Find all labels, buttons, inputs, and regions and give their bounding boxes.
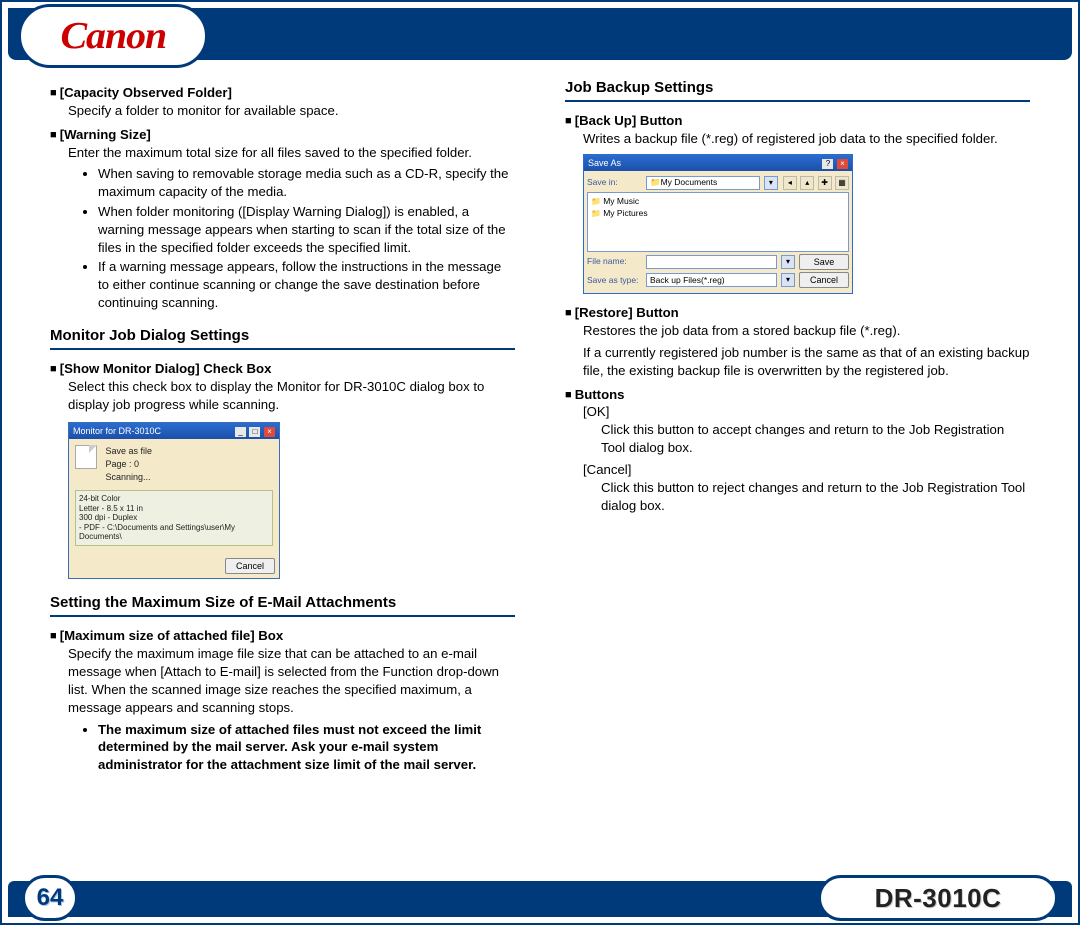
text-warning-size: Enter the maximum total size for all fil… xyxy=(68,144,515,162)
toolbar-icons: ◂ ▴ ✚ ▦ xyxy=(782,176,849,190)
saveas-dialog-screenshot: Save As ? × Save in: 📁 My Documents ▾ ◂ … xyxy=(583,154,853,294)
text-restore-1: Restores the job data from a stored back… xyxy=(583,322,1030,340)
text-restore-2: If a currently registered job number is … xyxy=(583,344,1030,380)
saveas-title: Save As xyxy=(588,157,621,169)
canon-logo: Canon xyxy=(60,14,166,58)
model-label: DR-3010C xyxy=(875,883,1002,914)
cancel-label: [Cancel] xyxy=(583,461,1030,479)
section-monitor-job: Monitor Job Dialog Settings xyxy=(50,326,515,350)
page-number: 64 xyxy=(37,884,64,912)
detail-line: 300 dpi - Duplex xyxy=(79,513,269,523)
monitor-line: Scanning... xyxy=(106,471,153,483)
cancel-desc: Click this button to reject changes and … xyxy=(601,479,1030,515)
folder-item: My Music xyxy=(591,196,845,208)
back-icon: ◂ xyxy=(783,176,797,190)
heading-warning-size: [Warning Size] xyxy=(50,126,515,144)
maximize-icon: □ xyxy=(249,427,260,437)
monitor-dialog-screenshot: Monitor for DR-3010C _ □ × Save as file … xyxy=(68,422,280,580)
saveastype-dropdown: Back up Files(*.reg) xyxy=(646,273,777,287)
cancel-button: Cancel xyxy=(799,272,849,288)
savein-value: My Documents xyxy=(661,177,718,188)
detail-line: - PDF - C:\Documents and Settings\user\M… xyxy=(79,523,269,542)
chevron-down-icon: ▾ xyxy=(781,273,795,287)
heading-restore-btn: [Restore] Button xyxy=(565,304,1030,322)
right-column: Job Backup Settings [Back Up] Button Wri… xyxy=(565,78,1030,855)
chevron-down-icon: ▾ xyxy=(781,255,795,269)
close-icon: × xyxy=(837,159,848,169)
minimize-icon: _ xyxy=(235,427,246,437)
text-capacity-folder: Specify a folder to monitor for availabl… xyxy=(68,102,515,120)
savein-dropdown: 📁 My Documents xyxy=(646,176,760,190)
help-icon: ? xyxy=(822,159,833,169)
max-attach-note-list: The maximum size of attached files must … xyxy=(98,721,515,774)
section-email-attach: Setting the Maximum Size of E-Mail Attac… xyxy=(50,593,515,617)
filename-label: File name: xyxy=(587,256,642,267)
text-max-attach: Specify the maximum image file size that… xyxy=(68,645,515,716)
content-area: [Capacity Observed Folder] Specify a fol… xyxy=(50,78,1030,855)
detail-line: 24-bit Color xyxy=(79,494,269,504)
cancel-button: Cancel xyxy=(225,558,275,574)
bullet-item: When folder monitoring ([Display Warning… xyxy=(98,203,515,256)
views-icon: ▦ xyxy=(835,176,849,190)
monitor-line: Save as file xyxy=(106,445,153,457)
warning-size-bullets: When saving to removable storage media s… xyxy=(98,165,515,312)
window-buttons: _ □ × xyxy=(234,425,275,437)
heading-buttons: Buttons xyxy=(565,386,1030,404)
text-show-monitor: Select this check box to display the Mon… xyxy=(68,378,515,414)
up-icon: ▴ xyxy=(800,176,814,190)
filename-input xyxy=(646,255,777,269)
model-container: DR-3010C xyxy=(818,875,1058,921)
window-buttons: ? × xyxy=(821,157,848,169)
saveas-titlebar: Save As ? × xyxy=(584,155,852,171)
heading-backup-btn: [Back Up] Button xyxy=(565,112,1030,130)
heading-capacity-folder: [Capacity Observed Folder] xyxy=(50,84,515,102)
newfolder-icon: ✚ xyxy=(818,176,832,190)
monitor-line: Page : 0 xyxy=(106,458,153,470)
section-job-backup: Job Backup Settings xyxy=(565,78,1030,102)
savein-label: Save in: xyxy=(587,177,642,188)
left-column: [Capacity Observed Folder] Specify a fol… xyxy=(50,78,515,855)
folder-item: My Pictures xyxy=(591,208,845,220)
detail-line: Letter - 8.5 x 11 in xyxy=(79,504,269,514)
monitor-dialog-titlebar: Monitor for DR-3010C _ □ × xyxy=(69,423,279,439)
ok-label: [OK] xyxy=(583,403,1030,421)
file-list-area: My Music My Pictures xyxy=(587,192,849,252)
bullet-item-bold: The maximum size of attached files must … xyxy=(98,721,515,774)
chevron-down-icon: ▾ xyxy=(764,176,778,190)
text-backup-btn: Writes a backup file (*.reg) of register… xyxy=(583,130,1030,148)
logo-container: Canon xyxy=(18,4,208,68)
monitor-detail-box: 24-bit Color Letter - 8.5 x 11 in 300 dp… xyxy=(75,490,273,546)
bullet-item: When saving to removable storage media s… xyxy=(98,165,515,201)
monitor-dialog-title: Monitor for DR-3010C xyxy=(73,425,161,437)
saveastype-label: Save as type: xyxy=(587,275,642,286)
save-button: Save xyxy=(799,254,849,270)
monitor-dialog-body: Save as file Page : 0 Scanning... 24-bit… xyxy=(69,439,279,552)
heading-max-attach: [Maximum size of attached file] Box xyxy=(50,627,515,645)
page-icon xyxy=(75,445,97,469)
heading-show-monitor: [Show Monitor Dialog] Check Box xyxy=(50,360,515,378)
page-number-container: 64 xyxy=(22,875,78,921)
close-icon: × xyxy=(264,427,275,437)
bullet-item: If a warning message appears, follow the… xyxy=(98,258,515,311)
ok-desc: Click this button to accept changes and … xyxy=(601,421,1030,457)
